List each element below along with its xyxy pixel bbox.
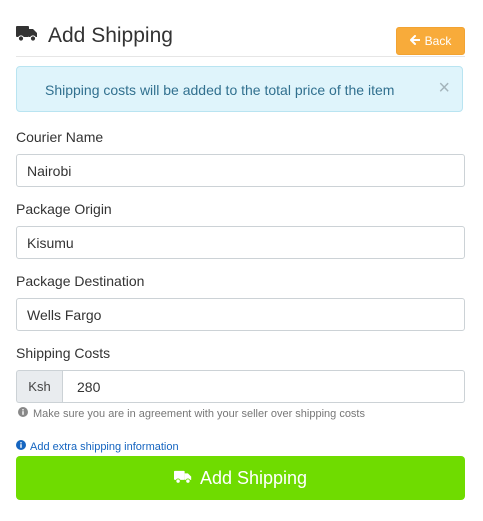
back-button[interactable]: Back <box>396 27 465 55</box>
alert-text: Shipping costs will be added to the tota… <box>45 82 395 98</box>
courier-name-label: Courier Name <box>16 129 104 145</box>
courier-name-input[interactable]: Nairobi <box>16 154 465 187</box>
package-origin-label: Package Origin <box>16 201 112 217</box>
back-button-label: Back <box>424 34 452 48</box>
package-destination-label: Package Destination <box>16 273 145 289</box>
currency-addon: Ksh <box>16 370 62 403</box>
add-extra-info-label: Add extra shipping information <box>30 440 179 453</box>
help-text: Make sure you are in agreement with your… <box>33 407 365 420</box>
shipping-costs-label: Shipping Costs <box>16 345 111 361</box>
add-shipping-label: Add Shipping <box>199 467 308 488</box>
package-origin-input[interactable]: Kisumu <box>16 226 465 259</box>
info-circle-icon <box>18 407 33 420</box>
arrow-left-icon <box>409 34 425 48</box>
page-header: Add Shipping Back <box>16 24 465 57</box>
shipping-costs-help: Make sure you are in agreement with your… <box>18 407 365 420</box>
shipping-costs-input[interactable]: 280 <box>62 370 465 403</box>
add-extra-info-link[interactable]: Add extra shipping information <box>16 440 179 453</box>
add-shipping-button[interactable]: Add Shipping <box>16 456 465 500</box>
truck-icon <box>16 24 48 48</box>
shipping-costs-group: Ksh 280 <box>16 370 465 403</box>
page-title-text: Add Shipping <box>48 24 173 47</box>
truck-icon <box>173 468 200 489</box>
info-circle-icon <box>16 440 30 453</box>
close-icon[interactable]: × <box>438 78 450 98</box>
page-title: Add Shipping <box>16 24 173 48</box>
package-destination-input[interactable]: Wells Fargo <box>16 298 465 331</box>
info-alert: Shipping costs will be added to the tota… <box>16 66 463 112</box>
